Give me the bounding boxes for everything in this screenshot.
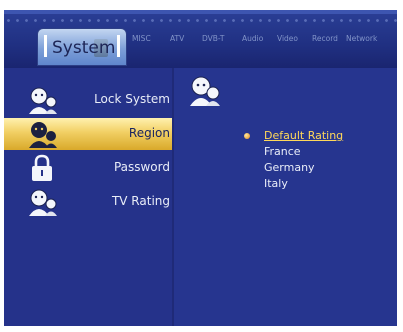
users-icon [29,122,57,148]
option-france[interactable]: France [264,144,343,160]
menu-item-password[interactable]: Password [4,152,172,184]
settings-menu: Lock System Region Password TV Rating [4,68,172,326]
tab-left-marker [44,35,47,57]
option-default-rating[interactable]: Default Rating [264,128,343,144]
region-option-list: Default Rating France Germany Italy [264,128,343,192]
header-top-stripe [4,10,397,14]
settings-screen: System MISC ATV DVB-T Audio Video Record… [4,10,397,326]
users-icon [29,189,57,216]
menu-label-lock-system: Lock System [94,92,170,106]
users-icon [29,87,57,114]
users-icon [190,76,220,106]
header-bar: System MISC ATV DVB-T Audio Video Record… [4,10,397,68]
menu-item-region[interactable]: Region [4,118,172,150]
selection-bullet-icon [244,133,250,139]
tab-audio[interactable]: Audio [242,34,263,43]
system-category-tab[interactable]: System [37,28,127,66]
menu-label-tv-rating: TV Rating [111,194,170,208]
option-italy[interactable]: Italy [264,176,343,192]
tab-misc[interactable]: MISC [132,34,151,43]
tab-right-marker [117,35,120,57]
tab-atv[interactable]: ATV [170,34,184,43]
option-germany[interactable]: Germany [264,160,343,176]
menu-item-tv-rating[interactable]: TV Rating [4,186,172,218]
system-tab-label: System [52,38,116,58]
menu-label-password: Password [113,160,170,174]
menu-item-lock-system[interactable]: Lock System [4,84,172,116]
content-pane: Default Rating France Germany Italy [174,68,397,326]
tab-record[interactable]: Record [312,34,338,43]
tab-dvbt[interactable]: DVB-T [202,34,225,43]
padlock-icon [32,154,52,181]
header-dot-pattern [4,16,397,26]
tab-video[interactable]: Video [277,34,298,43]
menu-label-region: Region [128,126,170,140]
tab-network[interactable]: Network [346,34,377,43]
